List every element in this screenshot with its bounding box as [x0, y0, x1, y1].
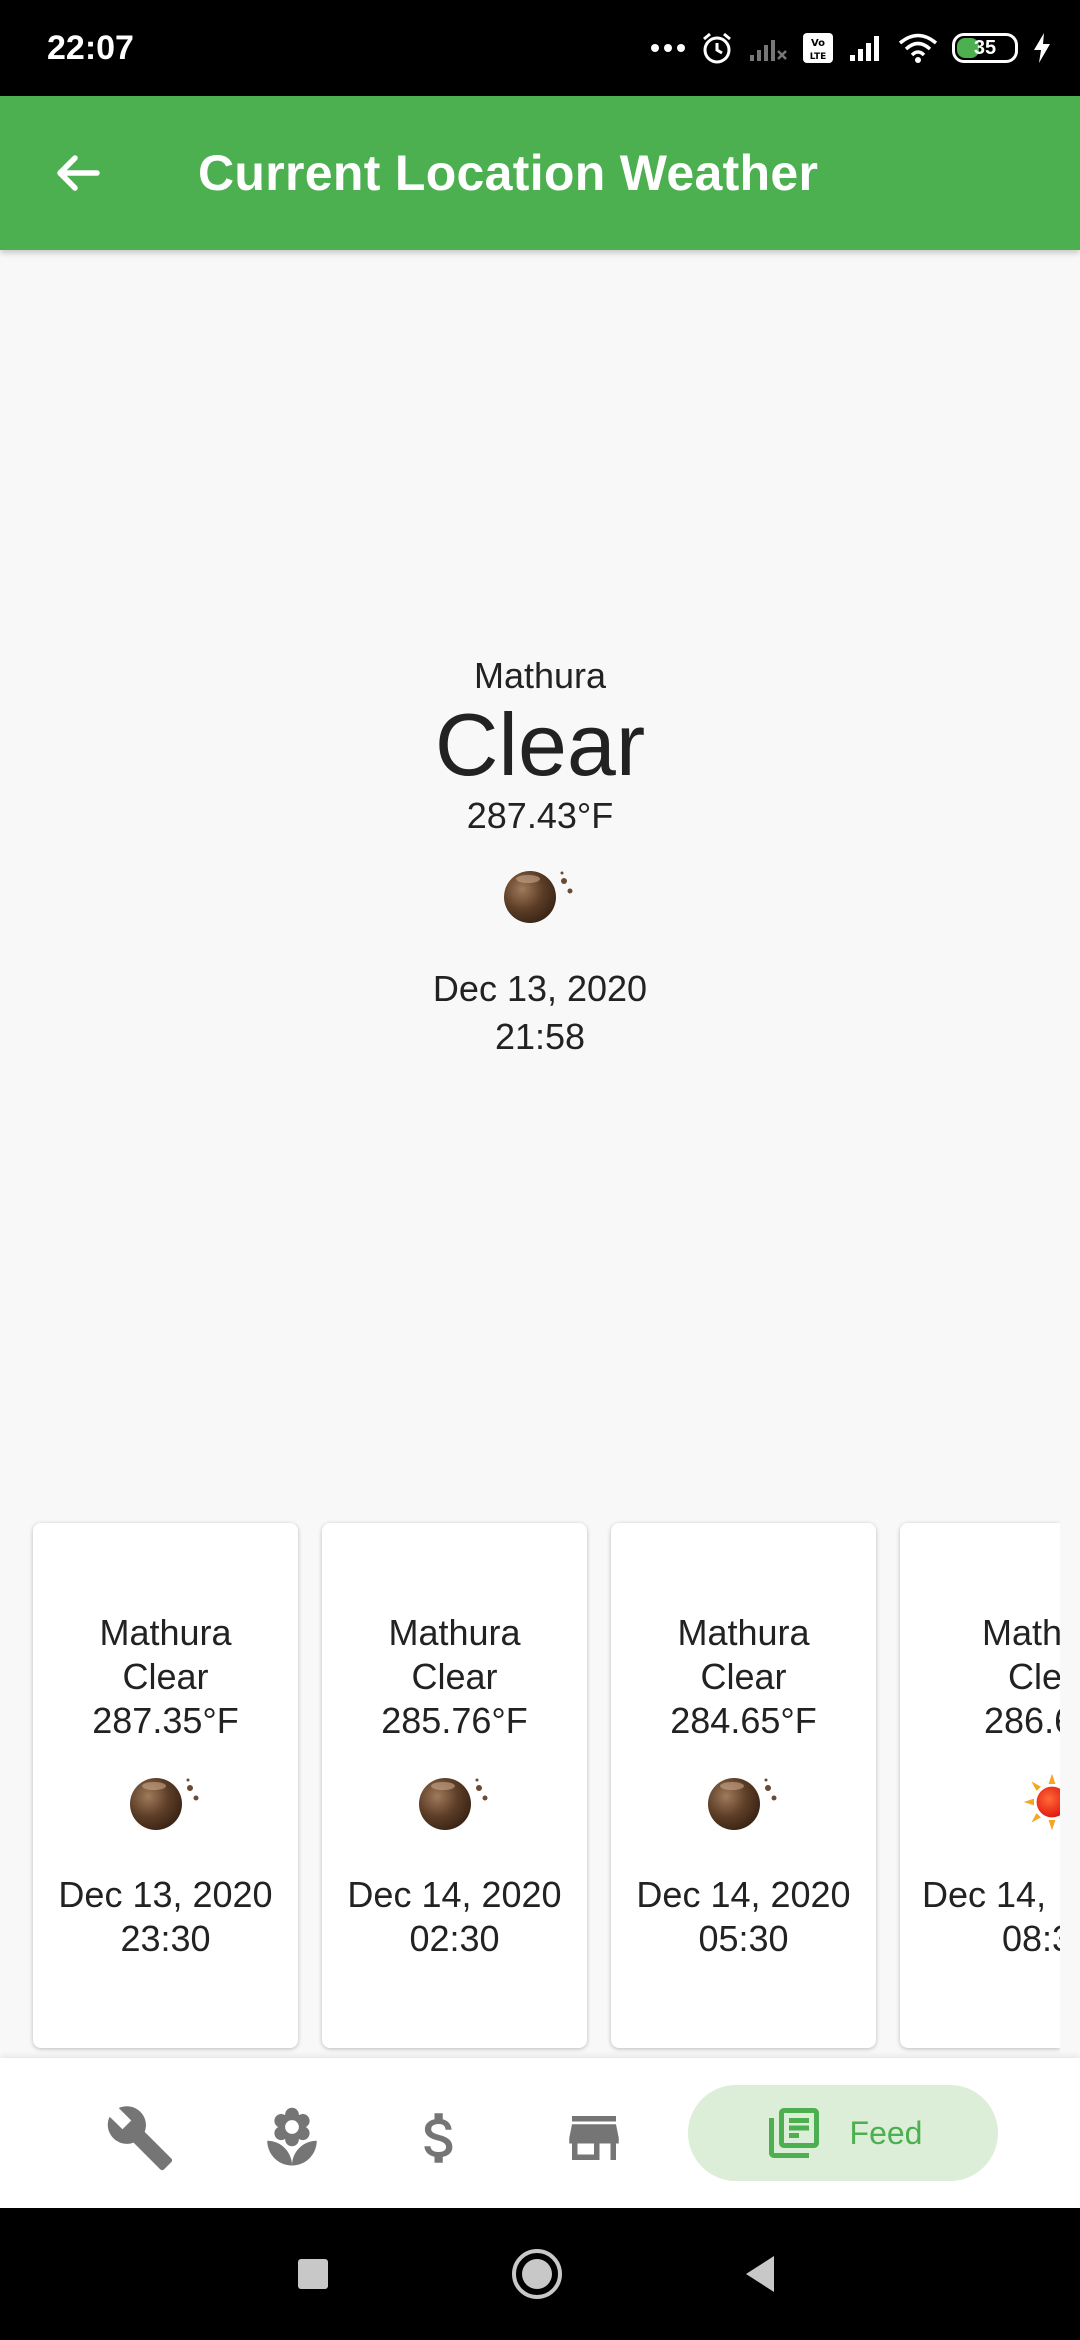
- nav-item-tools[interactable]: [100, 2098, 180, 2178]
- forecast-date: Dec 14, 2020: [347, 1874, 562, 1915]
- status-bar: 22:07 Vo LTE 35: [0, 0, 1080, 96]
- current-condition: Clear: [434, 695, 646, 794]
- forecast-condition: Clea: [1008, 1656, 1060, 1697]
- current-weather: Mathura Clear 287.43°F Dec 13, 2020 21:5…: [0, 655, 1080, 1058]
- forecast-condition: Clear: [700, 1656, 787, 1697]
- forecast-city: Mathura: [677, 1612, 810, 1653]
- forecast-temperature: 285.76°F: [381, 1700, 528, 1741]
- flower-icon: [267, 2107, 317, 2166]
- forecast-time: 02:30: [409, 1918, 500, 1959]
- system-navigation-bar: [0, 2208, 1080, 2340]
- forecast-temperature: 284.65°F: [670, 1700, 817, 1741]
- recents-button[interactable]: [283, 2244, 343, 2304]
- system-back-button[interactable]: [730, 2244, 790, 2304]
- wifi-icon: [898, 32, 938, 64]
- wrench-icon: [107, 2106, 173, 2171]
- charging-icon: [1032, 32, 1052, 64]
- forecast-time: 05:30: [698, 1918, 789, 1959]
- forecast-city: Mathu: [982, 1612, 1060, 1653]
- battery-icon: 35: [952, 33, 1018, 63]
- clear-night-icon: [126, 1767, 206, 1837]
- page-title: Current Location Weather: [198, 145, 819, 201]
- forecast-card[interactable]: Mathu Clea 286.6 Dec 14, 08:3: [900, 1523, 1060, 2048]
- nav-item-garden[interactable]: [252, 2098, 332, 2178]
- forecast-time: 08:3: [1002, 1918, 1060, 1959]
- forecast-time: 23:30: [120, 1918, 211, 1959]
- svg-text:Vo: Vo: [811, 38, 825, 49]
- current-city: Mathura: [473, 655, 607, 696]
- recents-icon: [298, 2259, 328, 2289]
- forecast-card[interactable]: Mathura Clear 287.35°F Dec 13, 2020 23:3…: [33, 1523, 298, 2048]
- arrow-back-icon: [57, 155, 100, 191]
- home-icon: [512, 2249, 562, 2299]
- forecast-temperature: 286.6: [984, 1700, 1060, 1741]
- svg-text:LTE: LTE: [810, 52, 827, 62]
- clear-night-icon: [415, 1767, 495, 1837]
- sun-icon: [922, 1767, 1060, 1837]
- current-temperature: 287.43°F: [466, 795, 614, 837]
- dollar-icon: [424, 2113, 453, 2163]
- current-date: Dec 13, 2020: [432, 968, 648, 1010]
- status-icons: Vo LTE 35: [650, 31, 1052, 65]
- forecast-card[interactable]: Mathura Clear 284.65°F Dec 14, 2020 05:3…: [611, 1523, 876, 2048]
- back-button[interactable]: [38, 133, 118, 213]
- forecast-date: Dec 14,: [922, 1874, 1047, 1915]
- forecast-list[interactable]: Mathura Clear 287.35°F Dec 13, 2020 23:3…: [0, 1520, 1060, 2055]
- forecast-condition: Clear: [411, 1656, 498, 1697]
- nav-item-store[interactable]: [554, 2098, 634, 2178]
- clear-night-icon: [704, 1767, 784, 1837]
- forecast-temperature: 287.35°F: [92, 1700, 239, 1741]
- feed-icon: [768, 2108, 819, 2158]
- current-time: 21:58: [494, 1016, 586, 1058]
- forecast-condition: Clear: [122, 1656, 209, 1697]
- forecast-card[interactable]: Mathura Clear 285.76°F Dec 14, 2020 02:3…: [322, 1523, 587, 2048]
- nav-item-finance[interactable]: [400, 2098, 480, 2178]
- clear-night-icon: [500, 865, 580, 930]
- app-bar: Current Location Weather: [0, 96, 1080, 250]
- volte-icon: Vo LTE: [802, 32, 834, 64]
- store-icon: [569, 2116, 619, 2160]
- alarm-icon: [700, 31, 734, 65]
- more-dots-icon: [650, 43, 686, 53]
- nav-item-feed-label: Feed: [849, 2114, 923, 2151]
- forecast-date: Dec 14, 2020: [636, 1874, 851, 1915]
- battery-level: 35: [973, 36, 997, 59]
- back-icon: [746, 2256, 774, 2292]
- forecast-date: Dec 13, 2020: [58, 1874, 273, 1915]
- signal-off-icon: [748, 33, 788, 63]
- nav-item-feed[interactable]: Feed: [688, 2085, 998, 2181]
- status-time: 22:07: [47, 28, 134, 67]
- forecast-city: Mathura: [388, 1612, 521, 1653]
- signal-icon: [848, 33, 884, 63]
- forecast-city: Mathura: [99, 1612, 232, 1653]
- home-button[interactable]: [507, 2244, 567, 2304]
- bottom-navigation: Feed: [0, 2058, 1080, 2208]
